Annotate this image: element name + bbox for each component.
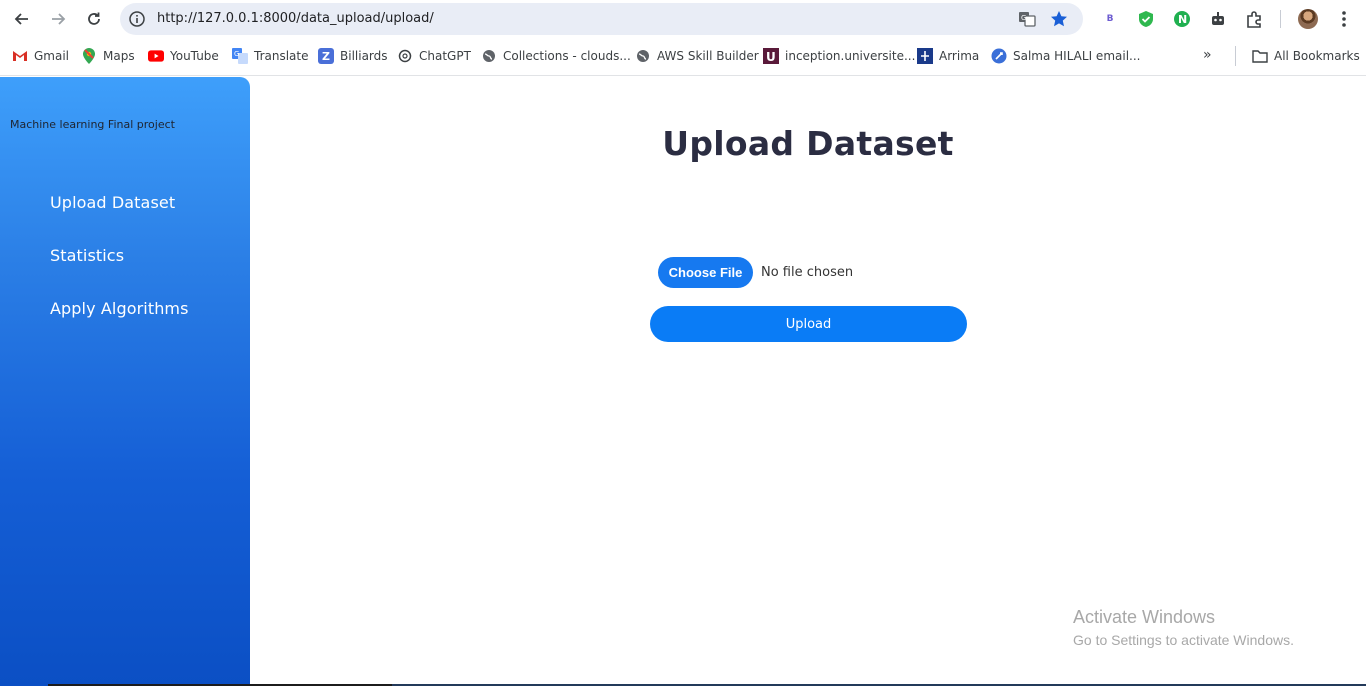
bookmarks-bar: Gmail Maps YouTube G Translate Z Billiar… [0, 38, 1366, 76]
svg-text:G: G [1021, 14, 1026, 22]
bookmark-chatgpt[interactable]: ChatGPT [397, 47, 471, 65]
bookmark-star-icon[interactable] [1049, 9, 1069, 29]
bookmark-collections[interactable]: Collections - clouds... [481, 47, 631, 65]
browser-menu-button[interactable] [1333, 8, 1355, 30]
translate-page-icon[interactable]: G [1018, 10, 1036, 28]
chatgpt-icon [397, 48, 413, 64]
rocket-icon [991, 48, 1007, 64]
arrow-right-icon [52, 13, 66, 25]
bookmark-inception[interactable]: U inception.universite... [763, 47, 915, 65]
bookmark-label: Maps [103, 49, 135, 63]
sidebar-item-apply-algorithms[interactable]: Apply Algorithms [50, 299, 189, 318]
bookmark-label: ChatGPT [419, 49, 471, 63]
bookmark-label: inception.universite... [785, 49, 916, 63]
activate-windows-title: Activate Windows [1073, 607, 1216, 627]
arrow-left-icon [14, 13, 28, 25]
svg-text:G: G [234, 50, 239, 58]
n-extension[interactable]: N [1171, 8, 1193, 30]
youtube-icon [148, 48, 164, 64]
address-bar[interactable]: http://127.0.0.1:8000/data_upload/upload… [120, 3, 1083, 35]
more-bookmarks-chevron-icon[interactable]: » [1203, 47, 1212, 63]
all-bookmarks-label: All Bookmarks [1274, 49, 1360, 63]
all-bookmarks[interactable]: All Bookmarks [1252, 47, 1360, 65]
arrima-icon [917, 48, 933, 64]
maps-icon [81, 48, 97, 64]
bookmark-gmail[interactable]: Gmail [12, 47, 69, 65]
reload-button[interactable] [82, 7, 106, 31]
translate-icon: G [232, 48, 248, 64]
bookmark-label: YouTube [170, 49, 219, 63]
page-title: Upload Dataset [662, 124, 954, 163]
bookmark-label: Translate [254, 49, 309, 63]
profile-avatar[interactable] [1298, 9, 1318, 29]
bookmark-arrima[interactable]: Arrima [917, 47, 979, 65]
svg-text:Z: Z [322, 50, 330, 63]
back-button[interactable] [10, 7, 34, 31]
robot-icon [1212, 12, 1224, 25]
billiards-icon: Z [318, 48, 334, 64]
globe-icon [481, 48, 497, 64]
extensions-button[interactable] [1243, 8, 1265, 30]
sidebar-item-statistics[interactable]: Statistics [50, 246, 124, 265]
globe-icon [635, 48, 651, 64]
bookmark-label: Arrima [939, 49, 980, 63]
svg-text:N: N [1178, 13, 1187, 26]
bookmark-label: Billiards [340, 49, 388, 63]
bookmark-label: Gmail [34, 49, 70, 63]
shield-icon [1139, 11, 1153, 27]
bookmark-billiards[interactable]: Z Billiards [318, 47, 388, 65]
bing-icon: B [1106, 14, 1114, 24]
folder-icon [1252, 48, 1268, 64]
bing-extension[interactable]: B [1099, 8, 1121, 30]
bookmark-aws[interactable]: AWS Skill Builder [635, 47, 759, 65]
bookmark-maps[interactable]: Maps [81, 47, 135, 65]
gmail-icon [12, 48, 28, 64]
browser-toolbar: http://127.0.0.1:8000/data_upload/upload… [0, 0, 1366, 38]
forward-button[interactable] [46, 7, 70, 31]
bookmark-salma[interactable]: Salma HILALI email... [991, 47, 1140, 65]
file-status-text: No file chosen [761, 265, 854, 280]
n-extension-icon: N [1174, 11, 1190, 27]
choose-file-button[interactable]: Choose File [658, 257, 753, 288]
more-vert-icon [1342, 11, 1346, 27]
svg-text:U: U [766, 50, 776, 64]
bookmark-label: AWS Skill Builder [657, 49, 759, 63]
shield-extension[interactable] [1135, 8, 1157, 30]
inception-icon: U [763, 48, 779, 64]
sidebar: Machine learning Final project Upload Da… [0, 77, 250, 686]
site-info-icon[interactable] [128, 10, 146, 28]
activate-windows-subtitle: Go to Settings to activate Windows. [1073, 632, 1294, 648]
bookmark-translate[interactable]: G Translate [232, 47, 309, 65]
reload-icon [88, 12, 100, 25]
url-text[interactable]: http://127.0.0.1:8000/data_upload/upload… [157, 11, 434, 26]
upload-button[interactable]: Upload [650, 306, 967, 342]
sidebar-item-upload-dataset[interactable]: Upload Dataset [50, 193, 175, 212]
puzzle-icon [1247, 11, 1261, 28]
bookmark-label: Collections - clouds... [503, 49, 631, 63]
sidebar-title: Machine learning Final project [10, 118, 175, 131]
robot-extension[interactable] [1207, 8, 1229, 30]
bookmarks-divider [1235, 46, 1236, 66]
toolbar-divider [1280, 10, 1281, 28]
bookmark-youtube[interactable]: YouTube [148, 47, 219, 65]
bookmark-label: Salma HILALI email... [1013, 49, 1141, 63]
